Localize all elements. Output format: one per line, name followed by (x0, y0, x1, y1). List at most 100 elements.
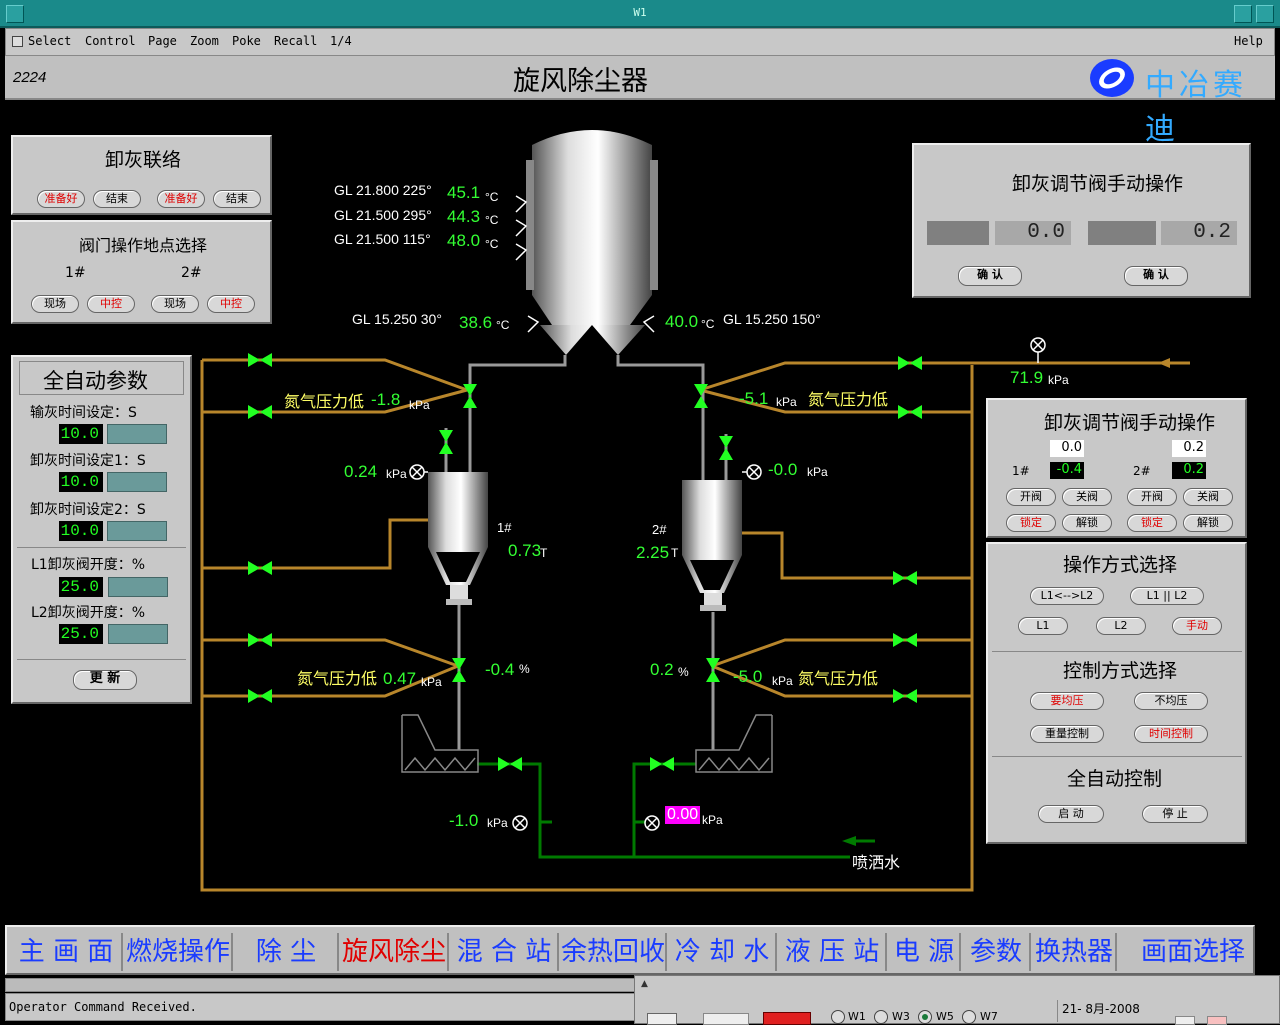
setpoint-2[interactable]: 0.2 (1172, 440, 1206, 457)
maximize-button[interactable] (1256, 5, 1274, 23)
menu-select[interactable]: Select (28, 34, 71, 48)
gl-label-2: GL 21.500 295° (334, 207, 432, 223)
central-button-1[interactable]: 中控 (87, 295, 135, 313)
nav-screen-select[interactable]: 画面选择 (1135, 933, 1251, 971)
nav-cyclone[interactable]: 旋风除尘 (341, 933, 449, 971)
param-label-2: 卸灰时间设定1：S (30, 453, 146, 469)
radio-w3-label: W3 (892, 1010, 910, 1023)
n2-low-alarm-1: 氮气压力低 (284, 392, 365, 411)
nav-waste-heat[interactable]: 余热回收 (561, 933, 667, 971)
local-button-1[interactable]: 现场 (31, 295, 79, 313)
nav-hydraulic[interactable]: 液 压 站 (779, 933, 887, 971)
minimize-button[interactable] (1234, 5, 1252, 23)
ctrl-mode-equalize[interactable]: 要均压 (1030, 692, 1104, 710)
ctrl-mode-no-equalize[interactable]: 不均压 (1134, 692, 1208, 710)
update-button[interactable]: 更 新 (73, 670, 137, 690)
window-title: W1 (633, 6, 647, 19)
lock-button-2[interactable]: 锁定 (1127, 514, 1177, 532)
menu-control[interactable]: Control (85, 34, 136, 48)
unit-t: T (540, 546, 548, 560)
open-valve-button-1[interactable]: 开阀 (1006, 488, 1056, 506)
up-arrow-icon[interactable]: ▲ (641, 979, 655, 989)
confirm-button-2[interactable]: 确 认 (1124, 266, 1188, 286)
ctrl-mode-time[interactable]: 时间控制 (1134, 725, 1208, 743)
menu-help[interactable]: Help (1234, 34, 1263, 48)
menu-recall[interactable]: Recall (274, 34, 317, 48)
op-mode-l1-l2-parallel[interactable]: L1 || L2 (1130, 587, 1204, 605)
ready-button-1[interactable]: 准备好 (37, 190, 85, 208)
nav-heat-exchanger[interactable]: 换热器 (1033, 933, 1117, 971)
menu-poke[interactable]: Poke (232, 34, 261, 48)
temp-5: 40.0 (665, 312, 699, 331)
gl-label-1: GL 21.800 225° (334, 182, 432, 198)
op-mode-l2[interactable]: L2 (1096, 617, 1146, 635)
ctrl-mode-title: 控制方式选择 (1063, 660, 1178, 682)
param-bar-3 (107, 521, 167, 541)
tank1-weight: 0.73 (508, 541, 542, 560)
nav-dust-removal[interactable]: 除 尘 (235, 933, 339, 971)
central-button-2[interactable]: 中控 (207, 295, 255, 313)
param-value-4[interactable]: 25.0 (59, 577, 103, 597)
op-mode-manual[interactable]: 手动 (1172, 617, 1222, 635)
stop-button[interactable]: 停 止 (1142, 805, 1208, 823)
menu-page[interactable]: Page (148, 34, 177, 48)
gl-label-4: GL 15.250 30° (352, 311, 442, 327)
confirm-button-1[interactable]: 确 认 (958, 266, 1022, 286)
horizontal-scrollbar[interactable] (5, 978, 635, 992)
unlock-button-1[interactable]: 解锁 (1062, 514, 1112, 532)
unit-kpa: kPa (807, 465, 828, 479)
alarm-indicator (763, 1012, 811, 1025)
radio-w3[interactable] (874, 1010, 888, 1024)
manual-right-title: 卸灰调节阀手动操作 (1044, 412, 1216, 434)
ctrl-mode-weight[interactable]: 重量控制 (1030, 725, 1104, 743)
radio-w1[interactable] (831, 1010, 845, 1024)
op-mode-title: 操作方式选择 (1063, 554, 1178, 576)
param-value-1[interactable]: 10.0 (59, 424, 103, 444)
nav-params[interactable]: 参数 (963, 933, 1031, 971)
small-field[interactable] (703, 1013, 749, 1025)
nav-power[interactable]: 电 源 (889, 933, 961, 971)
unlock-button-2[interactable]: 解锁 (1183, 514, 1233, 532)
nav-cooling-water[interactable]: 冷 却 水 (669, 933, 777, 971)
finish-button-1[interactable]: 结束 (93, 190, 141, 208)
op-mode-l1[interactable]: L1 (1018, 617, 1068, 635)
manual-valve-right-panel: 卸灰调节阀手动操作 0.0 0.2 1# -0.4 2# 0.2 开阀 关阀 开… (986, 398, 1247, 538)
temp-4: 38.6 (459, 313, 493, 332)
local-button-2[interactable]: 现场 (151, 295, 199, 313)
param-label-1: 输灰时间设定：S (30, 405, 137, 421)
nav-mixing[interactable]: 混 合 站 (451, 933, 559, 971)
manual-top-value-2[interactable]: 0.2 (1161, 221, 1237, 245)
close-valve-button-1[interactable]: 关阀 (1062, 488, 1112, 506)
valve-location-title: 阀门操作地点选择 (79, 236, 208, 255)
open-valve-button-2[interactable]: 开阀 (1127, 488, 1177, 506)
n2-low-alarm-2: 氮气压力低 (808, 390, 889, 409)
finish-button-2[interactable]: 结束 (213, 190, 261, 208)
unit-t: T (671, 546, 679, 560)
valve-location-1-label: 1# (65, 265, 86, 281)
status-icon (647, 1013, 677, 1025)
nav-combustion[interactable]: 燃烧操作 (125, 933, 233, 971)
lock-button-1[interactable]: 锁定 (1006, 514, 1056, 532)
spray-water-label: 喷洒水 (852, 855, 901, 872)
process-value-2: 0.2 (1172, 462, 1206, 479)
radio-w7[interactable] (962, 1010, 976, 1024)
n2-low-alarm-4: 氮气压力低 (798, 669, 879, 688)
radio-w5[interactable] (918, 1010, 932, 1024)
nav-main[interactable]: 主 画 面 (11, 933, 123, 971)
ready-button-2[interactable]: 准备好 (157, 190, 205, 208)
auto-ctrl-title: 全自动控制 (1067, 768, 1163, 790)
select-checkbox[interactable] (12, 36, 23, 47)
page-header: 2224 旋风除尘器 中冶赛迪 (5, 56, 1275, 147)
op-mode-l1-l2-alt[interactable]: L1<-->L2 (1030, 587, 1104, 605)
start-button[interactable]: 启 动 (1038, 805, 1104, 823)
menu-zoom[interactable]: Zoom (190, 34, 219, 48)
param-value-3[interactable]: 10.0 (59, 521, 103, 541)
water-pressure-1: -1.0 (449, 811, 479, 830)
param-value-2[interactable]: 10.0 (59, 472, 103, 492)
gl-label-3: GL 21.500 115° (334, 231, 431, 247)
close-valve-button-2[interactable]: 关阀 (1183, 488, 1233, 506)
param-value-5[interactable]: 25.0 (59, 624, 103, 644)
unit-c: °C (485, 237, 499, 251)
setpoint-1[interactable]: 0.0 (1050, 440, 1084, 457)
manual-top-value-1[interactable]: 0.0 (995, 221, 1071, 245)
